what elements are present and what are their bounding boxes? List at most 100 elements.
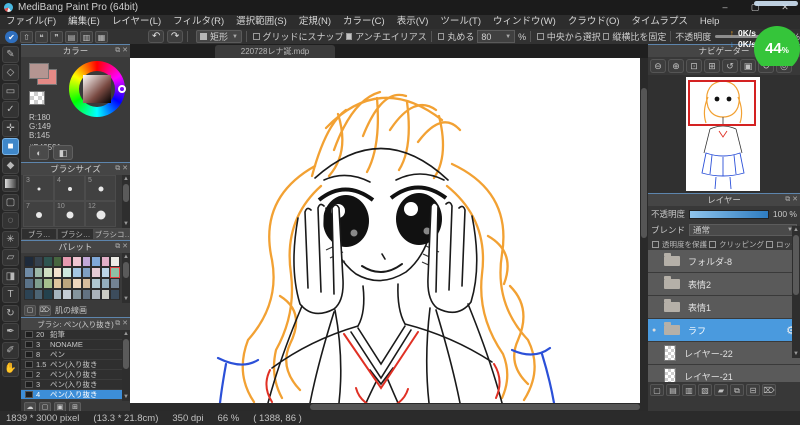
layer-row-3[interactable]: ●ラフ⚙ xyxy=(648,319,800,342)
brush-list-item-3[interactable]: 1.5 ペン(入り抜き xyxy=(21,360,130,370)
palette-swatch-20[interactable] xyxy=(24,278,34,289)
palette-swatch-28[interactable] xyxy=(100,278,111,289)
palette-swatch-16[interactable] xyxy=(81,267,92,278)
merge-layer-icon[interactable]: ⊟ xyxy=(746,383,760,396)
select-pen-tool-icon[interactable]: ▱ xyxy=(2,249,19,266)
brush-list-item-2[interactable]: 8 ペン xyxy=(21,350,130,360)
navigator-thumbnail[interactable] xyxy=(686,77,760,191)
palette-swatch-25[interactable] xyxy=(71,278,82,289)
layer-row-4[interactable]: レイヤー-22 xyxy=(648,342,800,365)
layer-row-0[interactable]: フォルダ-8 xyxy=(648,250,800,273)
palette-swatch-0[interactable] xyxy=(24,256,34,267)
hand-tool-icon[interactable]: ✋ xyxy=(2,360,19,377)
menu-item-9[interactable]: ウィンドウ(W) xyxy=(487,15,562,29)
window-layout-icon[interactable]: ▦ xyxy=(95,30,108,43)
palette-swatch-9[interactable] xyxy=(110,256,120,267)
fill-rect-tool-icon[interactable]: ■ xyxy=(2,138,19,155)
move-tool-icon[interactable]: ✛ xyxy=(2,119,19,137)
color-wheel[interactable] xyxy=(69,61,126,117)
layer-opacity-slider[interactable] xyxy=(689,209,769,219)
eyedropper-tool-icon[interactable]: ✐ xyxy=(2,341,19,359)
canvas-vertical-scrollbar[interactable] xyxy=(640,58,648,403)
antialias-checkbox[interactable] xyxy=(345,33,353,40)
palette-swatch-2[interactable] xyxy=(43,256,53,267)
list-panel-icon[interactable]: ▥ xyxy=(80,30,93,43)
menu-item-0[interactable]: ファイル(F) xyxy=(0,15,62,29)
round-value-input[interactable]: 80 ▼ xyxy=(477,30,516,43)
palette-swatch-31[interactable] xyxy=(33,289,44,300)
fixed-ratio-checkbox[interactable] xyxy=(602,33,610,40)
comment-bubble-icon[interactable]: ❝ xyxy=(35,30,48,43)
palette-swatch-5[interactable] xyxy=(71,256,82,267)
palette-swatch-17[interactable] xyxy=(91,267,101,278)
protect-alpha-checkbox[interactable] xyxy=(652,240,659,248)
palette-swatch-8[interactable] xyxy=(100,256,111,267)
palette-swatch-7[interactable] xyxy=(91,256,101,267)
saturation-value-box[interactable] xyxy=(83,75,111,103)
menu-item-10[interactable]: クラウド(O) xyxy=(562,15,626,29)
eraser-tool-icon[interactable]: ◇ xyxy=(2,64,19,81)
brush-list-item-6[interactable]: 4 ペン(入り抜き xyxy=(21,390,130,400)
layer-row-2[interactable]: 表情1 xyxy=(648,296,800,319)
pen-tool-icon[interactable]: ✒ xyxy=(2,323,19,340)
palette-scrollbar[interactable]: ▲ ▼ xyxy=(122,253,130,303)
new-layer-1bit-icon[interactable]: ▥ xyxy=(682,383,696,396)
palette-swatch-35[interactable] xyxy=(71,289,82,300)
palette-swatch-13[interactable] xyxy=(52,267,63,278)
brush-list-item-4[interactable]: 2 ペン(入り抜き xyxy=(21,370,130,380)
clipping-checkbox[interactable] xyxy=(709,240,716,248)
palette-swatch-6[interactable] xyxy=(81,256,92,267)
palette-swatch-10[interactable] xyxy=(24,267,34,278)
brush-tool-icon[interactable]: ✎ xyxy=(2,45,19,63)
duplicate-layer-icon[interactable]: ⧉ xyxy=(730,383,744,396)
brush-size-cell-5[interactable]: 5 xyxy=(85,175,116,201)
brush-list-item-1[interactable]: 3 NONAME xyxy=(21,340,130,350)
panel-popup-close-icons[interactable]: ⧉ ✕ xyxy=(115,318,128,330)
palette-swatch-21[interactable] xyxy=(33,278,44,289)
brush-list-scrollbar[interactable]: ▲ ▼ xyxy=(122,330,130,401)
rotate-tool-icon[interactable]: ↻ xyxy=(2,304,19,322)
share-icon[interactable]: ⇧ xyxy=(20,30,33,43)
zoom-fit-icon[interactable]: ⊡ xyxy=(686,59,702,73)
delete-palette-color-button[interactable]: ⌦ xyxy=(39,304,51,316)
palette-swatch-12[interactable] xyxy=(43,267,53,278)
layer-row-1[interactable]: 表情2 xyxy=(648,273,800,296)
menu-item-4[interactable]: 選択範囲(S) xyxy=(230,15,293,29)
bucket-tool-icon[interactable]: ◆ xyxy=(2,156,19,174)
navigator-viewport-rect[interactable] xyxy=(688,80,756,126)
palette-swatch-29[interactable] xyxy=(110,278,120,289)
new-layer-8bit-icon[interactable]: ▤ xyxy=(666,383,680,396)
brush-size-cell-10[interactable]: 10 xyxy=(54,201,85,227)
rotate-left-icon[interactable]: ↺ xyxy=(722,59,738,73)
minimize-button[interactable]: – xyxy=(710,0,740,15)
palette-swatch-19[interactable] xyxy=(110,267,120,278)
menu-item-3[interactable]: フィルタ(R) xyxy=(167,15,230,29)
menu-item-7[interactable]: 表示(V) xyxy=(391,15,435,29)
delete-layer-icon[interactable]: ⌦ xyxy=(762,383,776,396)
menu-item-5[interactable]: 定規(N) xyxy=(293,15,337,29)
palette-swatch-24[interactable] xyxy=(62,278,72,289)
transparent-color-swatch[interactable] xyxy=(29,91,45,105)
menu-item-1[interactable]: 編集(E) xyxy=(62,15,106,29)
palette-swatch-34[interactable] xyxy=(62,289,72,300)
brush-size-cell-12[interactable]: 12 xyxy=(85,201,116,227)
palette-swatch-36[interactable] xyxy=(81,289,92,300)
palette-swatch-11[interactable] xyxy=(33,267,44,278)
menu-item-8[interactable]: ツール(T) xyxy=(434,15,487,29)
palette-swatch-15[interactable] xyxy=(71,267,82,278)
palette-swatch-33[interactable] xyxy=(52,289,63,300)
palette-swatch-32[interactable] xyxy=(43,289,53,300)
add-folder-icon[interactable]: ▧ xyxy=(698,383,712,396)
brush-list-item-5[interactable]: 3 ペン(入り抜き xyxy=(21,380,130,390)
palette-swatch-30[interactable] xyxy=(24,289,34,300)
canvas[interactable] xyxy=(130,58,640,403)
layer-list-scrollbar[interactable]: ▲ ▼ xyxy=(792,226,800,358)
document-icon[interactable]: ▤ xyxy=(65,30,78,43)
color-palette-button[interactable]: ◐ xyxy=(29,145,49,160)
palette-swatch-39[interactable] xyxy=(110,289,120,300)
new-palette-color-button[interactable]: ▢ xyxy=(24,304,36,316)
brush-size-cell-4[interactable]: 4 xyxy=(54,175,85,201)
shape-select-dropdown[interactable]: 矩形 ▼ xyxy=(195,30,242,43)
palette-swatch-18[interactable] xyxy=(100,267,111,278)
snap-grid-checkbox[interactable] xyxy=(252,33,260,40)
